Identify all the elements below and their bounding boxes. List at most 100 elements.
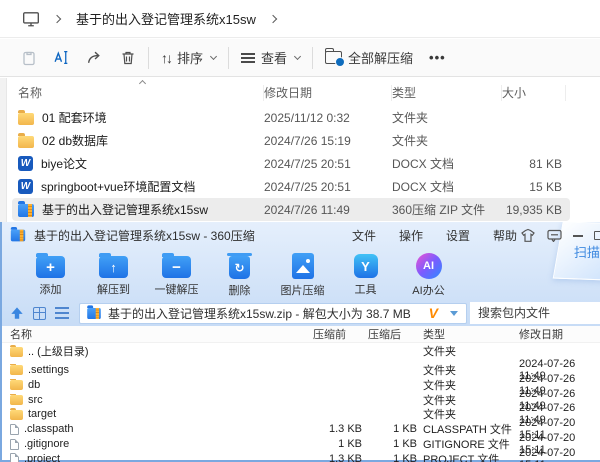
menu-item[interactable]: 操作: [399, 227, 423, 244]
column-header-name[interactable]: 名称: [2, 326, 282, 342]
archive-file-row[interactable]: .settings 文件夹 2024-07-26 11:49: [2, 358, 600, 382]
file-name: target: [28, 408, 57, 421]
column-header-type[interactable]: 类型: [392, 85, 502, 101]
delete-icon[interactable]: [119, 49, 136, 66]
sort-button[interactable]: ↑↓ 排序: [161, 48, 218, 67]
archive-file-row[interactable]: .. (上级目录) 文件夹: [2, 343, 600, 358]
file-icon: [10, 408, 23, 420]
zip-window-controls: [520, 222, 600, 248]
zip-window-title: 基于的出入登记管理系统x15sw - 360压缩: [34, 228, 255, 243]
zip-file-icon: [10, 226, 26, 242]
chevron-down-icon: [209, 52, 218, 61]
column-header-size[interactable]: 大小: [502, 85, 566, 101]
breadcrumb-folder[interactable]: 基于的出入登记管理系统x15sw: [76, 9, 256, 28]
zip-toolbar-button[interactable]: 一键解压: [145, 248, 208, 300]
grid-view-icon[interactable]: [33, 306, 46, 320]
archive-search-input[interactable]: [470, 302, 600, 324]
explorer-file-row[interactable]: 基于的出入登记管理系统x15sw 2024/7/26 11:49 360压缩 Z…: [12, 198, 570, 221]
zip-toolbar-label: 解压到: [97, 284, 130, 296]
extract-all-button[interactable]: 全部解压缩: [325, 48, 413, 67]
file-icon: [10, 363, 23, 376]
file-date: 2024/7/26 11:49: [264, 202, 350, 217]
file-type: DOCX 文档: [392, 180, 455, 194]
zip-toolbar-button[interactable]: 工具: [334, 248, 397, 300]
file-icon: [18, 179, 33, 194]
zip-titlebar: 基于的出入登记管理系统x15sw - 360压缩 文件 操作 设置 帮助: [2, 222, 600, 248]
share-icon[interactable]: [86, 49, 103, 66]
file-type: CLASSPATH 文件: [423, 424, 512, 437]
zip-file-icon: [87, 305, 101, 320]
feedback-icon[interactable]: [547, 229, 562, 242]
file-type: 360压缩 ZIP 文件: [392, 203, 486, 217]
paste-icon[interactable]: [20, 49, 37, 66]
file-icon: [18, 156, 33, 171]
zip-toolbar-icon: [415, 253, 442, 279]
file-type: 文件夹: [423, 394, 456, 407]
zip-toolbar-button[interactable]: 解压到: [82, 248, 145, 300]
file-date: 2024/7/25 20:51: [264, 156, 351, 171]
file-name: db: [28, 378, 41, 391]
explorer-file-row[interactable]: biye论文 2024/7/25 20:51 DOCX 文档 81 KB: [12, 152, 570, 175]
explorer-file-row[interactable]: springboot+vue环境配置文档 2024/7/25 20:51 DOC…: [12, 175, 570, 198]
column-header-name[interactable]: 名称: [18, 85, 264, 101]
zip-app-chrome: 基于的出入登记管理系统x15sw - 360压缩 文件 操作 设置 帮助 + 添…: [2, 222, 600, 326]
breadcrumb-chevron-icon[interactable]: [268, 14, 278, 23]
explorer-file-list: 名称 修改日期 类型 大小 01 配套环境 2025/11/12 0:32 文件…: [0, 78, 600, 222]
column-header-type[interactable]: 类型: [417, 326, 515, 342]
file-type: GITIGNORE 文件: [423, 439, 510, 452]
toolbar-divider: [228, 46, 230, 69]
file-size: 19,935 KB: [505, 202, 562, 217]
menu-item[interactable]: 文件: [352, 227, 376, 244]
size-before: 1.3 KB: [328, 452, 362, 462]
size-before: 1.3 KB: [328, 423, 362, 436]
file-icon: [18, 109, 34, 125]
zip-toolbar-icon: [99, 253, 128, 278]
archive-address-text: 基于的出入登记管理系统x15sw.zip - 解包大小为 38.7 MB: [108, 306, 411, 321]
view-icon: [241, 52, 256, 63]
archive-address-bar[interactable]: 基于的出入登记管理系统x15sw.zip - 解包大小为 38.7 MB V: [79, 302, 467, 324]
explorer-rows: 01 配套环境 2025/11/12 0:32 文件夹 02 db数据库 202…: [12, 106, 570, 221]
more-options-icon[interactable]: •••: [429, 50, 446, 65]
file-size: 81 KB: [529, 156, 562, 171]
zip-toolbar-button[interactable]: 图片压缩: [271, 248, 334, 300]
extract-all-icon: [325, 48, 346, 67]
breadcrumb-chevron-icon[interactable]: [52, 14, 62, 23]
column-header-date[interactable]: 修改日期: [264, 85, 392, 101]
explorer-toolbar: ↑↓ 排序 查看 全部解压缩 •••: [0, 39, 600, 77]
nav-pane-edge[interactable]: [0, 78, 7, 222]
sort-icon: ↑↓: [161, 49, 173, 66]
computer-icon[interactable]: [22, 10, 40, 28]
rename-icon[interactable]: [53, 49, 70, 66]
file-type: 文件夹: [423, 346, 456, 358]
file-name: .gitignore: [24, 438, 70, 451]
explorer-file-row[interactable]: 01 配套环境 2025/11/12 0:32 文件夹: [12, 106, 570, 129]
archive-file-list: 名称 压缩前 压缩后 类型 修改日期 .. (上级目录) 文件夹 .settin…: [2, 326, 600, 462]
skin-icon[interactable]: [520, 228, 536, 243]
file-date: 2024/7/26 15:19: [264, 133, 351, 148]
file-date: 2024/7/25 20:51: [264, 179, 351, 194]
archive-search-box: [470, 302, 600, 324]
zip-toolbar-button[interactable]: 添加: [19, 248, 82, 300]
explorer-file-row[interactable]: 02 db数据库 2024/7/26 15:19 文件夹: [12, 129, 570, 152]
zip-toolbar-button[interactable]: 删除: [208, 248, 271, 300]
column-header-date[interactable]: 修改日期: [515, 326, 600, 342]
menu-item[interactable]: 设置: [446, 227, 470, 244]
zip-toolbar: 添加 解压到 一键解压 删除: [2, 248, 600, 300]
view-button[interactable]: 查看: [241, 48, 302, 67]
menu-item[interactable]: 帮助: [493, 227, 517, 244]
up-level-icon[interactable]: [10, 306, 24, 320]
file-icon: [10, 378, 23, 391]
column-header-before[interactable]: 压缩前: [282, 326, 362, 342]
size-after: 1 KB: [393, 452, 417, 462]
sort-label: 排序: [177, 51, 204, 66]
minimize-icon[interactable]: [573, 235, 583, 237]
column-header-after[interactable]: 压缩后: [362, 326, 417, 342]
screen: 基于的出入登记管理系统x15sw ↑↓ 排序 查看 全部解压缩 ••• 名称 修…: [0, 0, 600, 462]
file-type: 文件夹: [423, 409, 456, 422]
list-view-icon[interactable]: [55, 307, 69, 319]
zip-toolbar-button[interactable]: AI办公: [397, 248, 460, 300]
address-dropdown-icon[interactable]: [450, 311, 458, 320]
maximize-icon[interactable]: [594, 230, 600, 240]
zip-toolbar-icon: [162, 253, 191, 278]
file-size: 15 KB: [529, 179, 562, 194]
